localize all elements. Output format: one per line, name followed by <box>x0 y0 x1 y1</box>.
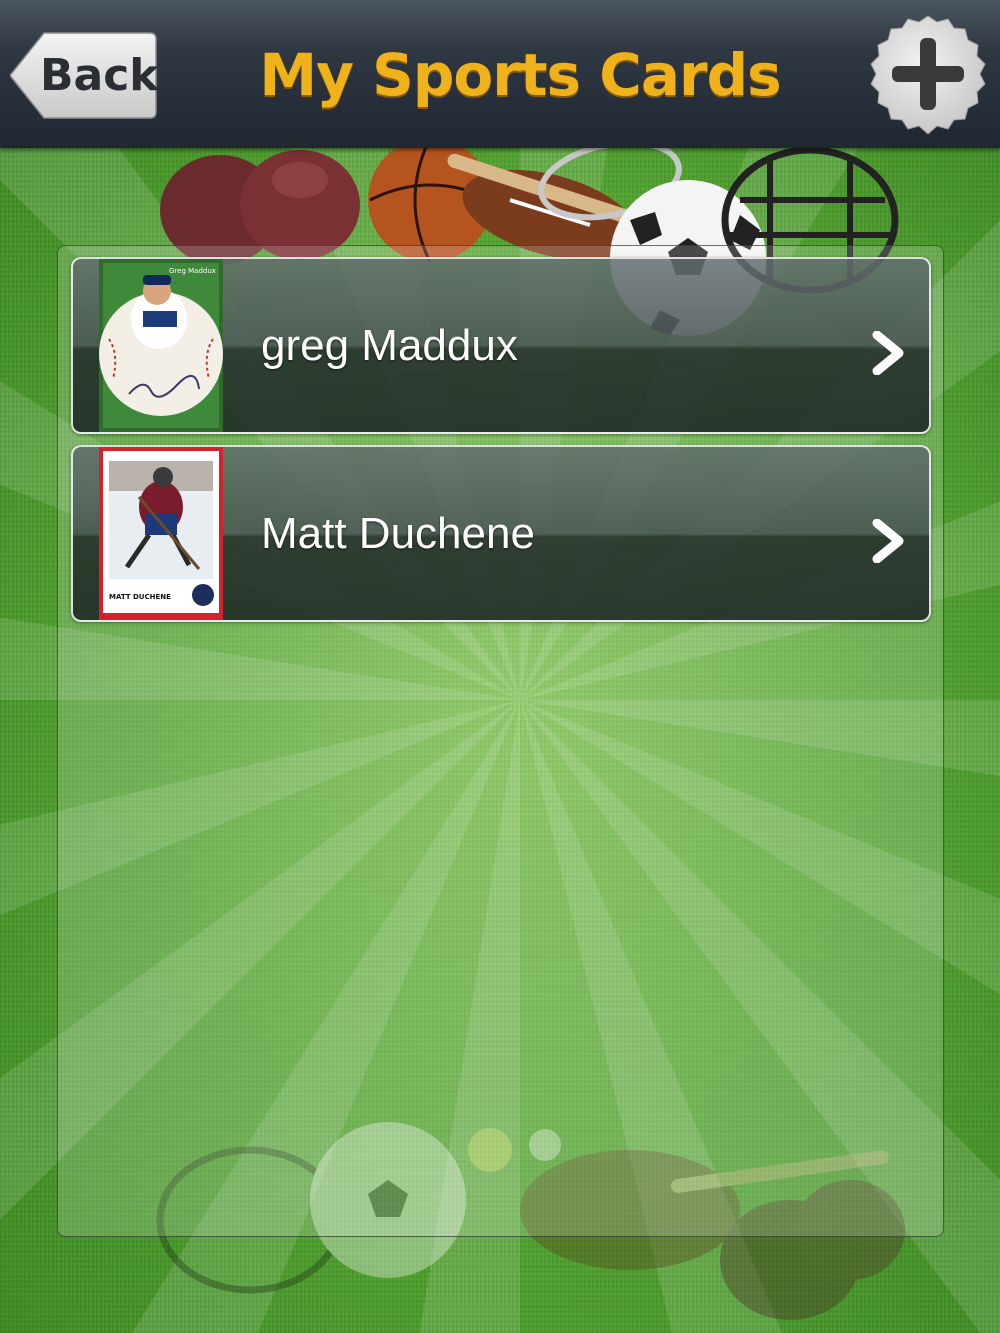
thumbnail-label: Greg Maddux <box>169 267 216 275</box>
thumbnail-label: MATT DUCHENE <box>109 593 171 601</box>
hockey-card-thumbnail: MATT DUCHENE <box>99 447 223 620</box>
add-card-button[interactable] <box>866 14 990 138</box>
chevron-right-icon <box>872 331 904 375</box>
baseball-card-thumbnail: Greg Maddux <box>99 259 223 432</box>
back-button[interactable]: Back <box>10 31 159 120</box>
navigation-bar: Back My Sports Cards <box>0 0 1000 148</box>
card-row-greg-maddux[interactable]: Greg Maddux greg Maddux <box>71 257 931 434</box>
plus-icon <box>870 15 986 135</box>
chevron-right-icon <box>872 519 904 563</box>
card-row-matt-duchene[interactable]: MATT DUCHENE Matt Duchene <box>71 445 931 622</box>
card-name: Matt Duchene <box>261 509 535 558</box>
card-name: greg Maddux <box>261 321 518 370</box>
back-button-label: Back <box>40 50 159 101</box>
cards-list-panel: Greg Maddux greg Maddux MATT DUCHENE Mat… <box>57 245 944 1237</box>
page-title: My Sports Cards <box>259 41 781 109</box>
